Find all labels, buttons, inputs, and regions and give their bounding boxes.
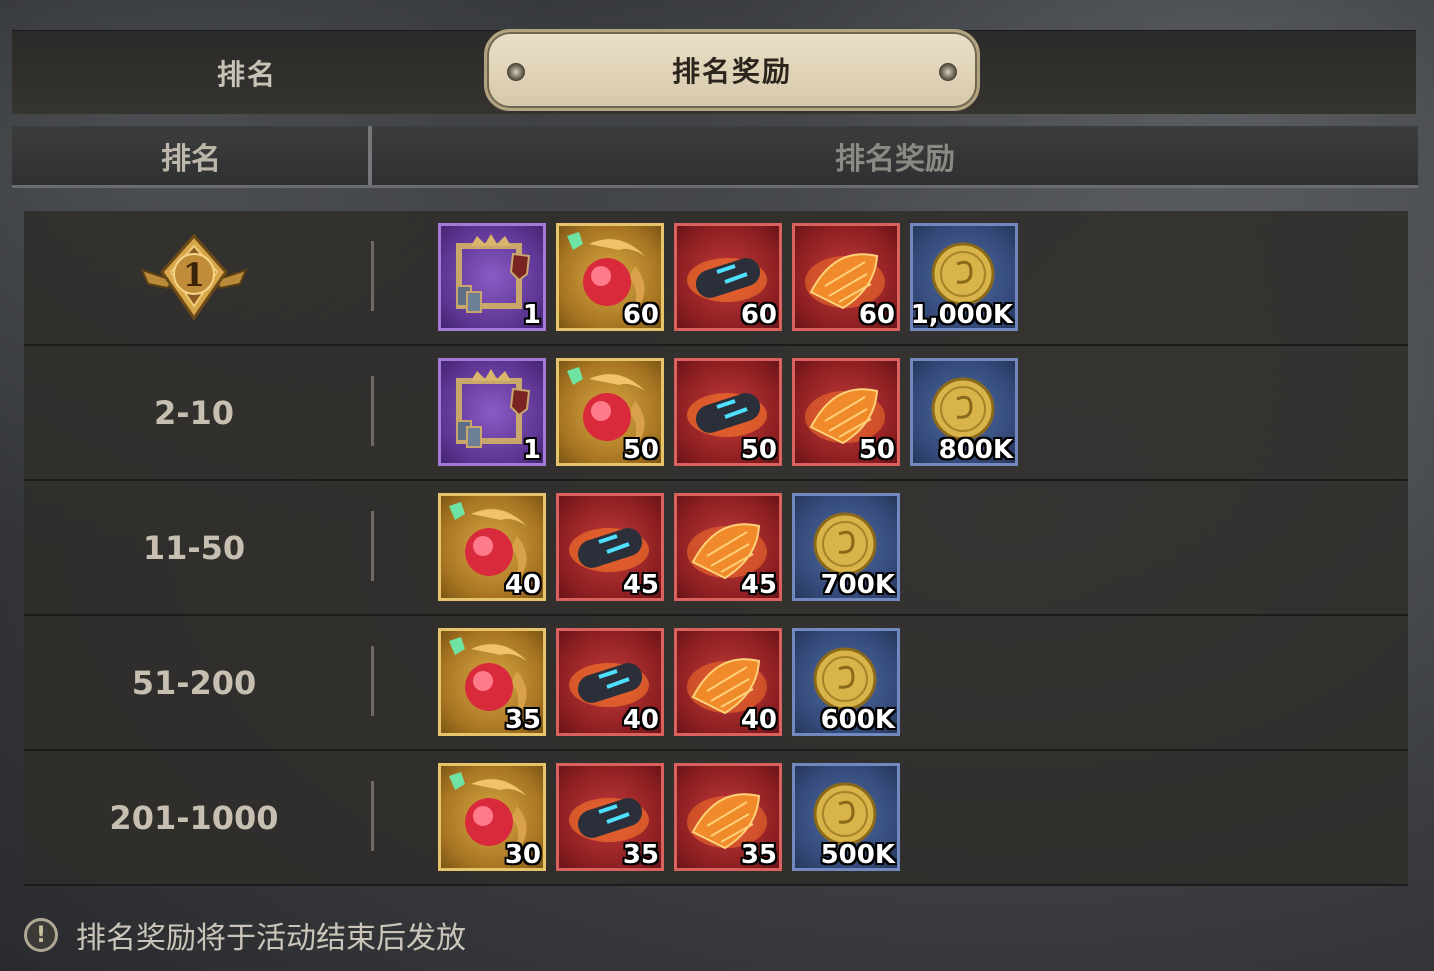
item-quantity: 30 [504,840,541,870]
item-quantity: 40 [622,705,659,735]
item-quantity: 60 [622,300,659,330]
reward-item[interactable]: 35 [674,763,782,871]
tab-ranking[interactable]: 排名 [12,31,482,115]
reward-item[interactable]: 60 [792,223,900,331]
reward-item[interactable]: 40 [556,628,664,736]
item-quantity: 50 [622,435,659,465]
reward-item[interactable]: 50 [556,358,664,466]
reward-items: 35 40 40 600K [438,628,900,736]
footer-note-text: 排名奖励将于活动结束后发放 [76,921,466,956]
row-divider [371,781,374,851]
item-quantity: 700K [820,570,895,600]
rank-1-medal-icon: 1 [140,233,248,321]
reward-items: 1 50 50 50 800K [438,358,1018,466]
reward-item[interactable]: 500K [792,763,900,871]
reward-item[interactable]: 1,000K [910,223,1018,331]
reward-item[interactable]: 35 [438,628,546,736]
reward-item[interactable]: 45 [556,493,664,601]
table-row: 1 1 60 60 60 1,000K [24,211,1408,346]
item-quantity: 800K [938,435,1013,465]
reward-item[interactable]: 30 [438,763,546,871]
reward-item[interactable]: 1 [438,358,546,466]
item-quantity: 600K [820,705,895,735]
item-quantity: 35 [622,840,659,870]
row-divider [371,376,374,446]
item-quantity: 60 [740,300,777,330]
item-quantity: 60 [858,300,895,330]
reward-item[interactable]: 60 [674,223,782,331]
table-row: 51-200 35 40 40 600K [24,616,1408,751]
right-rivet-icon [939,63,957,81]
item-quantity: 45 [740,570,777,600]
table-row: 2-10 1 50 50 50 800K [24,346,1408,481]
tab-ranking-label: 排名 [216,58,277,91]
reward-item[interactable]: 800K [910,358,1018,466]
row-divider [371,511,374,581]
reward-items: 1 60 60 60 1,000K [438,223,1018,331]
header-reward: 排名奖励 [835,141,955,177]
item-quantity: 1 [522,300,541,330]
reward-item[interactable]: 1 [438,223,546,331]
item-quantity: 50 [858,435,895,465]
rank-cell: 51-200 [131,663,257,702]
item-quantity: 1 [522,435,541,465]
reward-item[interactable]: 700K [792,493,900,601]
reward-item[interactable]: 50 [792,358,900,466]
reward-items: 30 35 35 500K [438,763,900,871]
svg-text:1: 1 [183,256,205,294]
tab-ranking-rewards-label: 排名奖励 [671,55,792,88]
table-row: 201-1000 30 35 35 500K [24,751,1408,886]
item-quantity: 500K [820,840,895,870]
header-rank: 排名 [161,141,221,177]
item-quantity: 40 [504,570,541,600]
item-quantity: 40 [740,705,777,735]
reward-item[interactable]: 45 [674,493,782,601]
reward-item[interactable]: 60 [556,223,664,331]
reward-item[interactable]: 40 [674,628,782,736]
item-quantity: 1,000K [910,300,1013,330]
left-rivet-icon [507,63,525,81]
tab-ranking-rewards[interactable]: 排名奖励 [484,29,980,111]
rank-cell: 11-50 [142,528,246,567]
item-quantity: 50 [740,435,777,465]
row-divider [371,646,374,716]
reward-item[interactable]: 40 [438,493,546,601]
rank-cell: 2-10 [153,393,235,432]
rank-cell: 201-1000 [109,798,279,837]
reward-item[interactable]: 50 [674,358,782,466]
reward-rows: 1 1 60 60 60 1,000K 2-10 1 50 50 50 800K… [24,211,1408,886]
item-quantity: 35 [740,840,777,870]
reward-item[interactable]: 600K [792,628,900,736]
rank-cell: 1 [24,211,364,344]
item-quantity: 45 [622,570,659,600]
item-quantity: 35 [504,705,541,735]
footer-note: ! 排名奖励将于活动结束后发放 [24,904,466,966]
table-header: 排名 排名奖励 [12,126,1418,188]
exclamation-icon: ! [24,918,58,952]
tab-bar: 排名 排名奖励 [12,29,1416,115]
reward-items: 40 45 45 700K [438,493,900,601]
row-divider [371,241,374,311]
table-row: 11-50 40 45 45 700K [24,481,1408,616]
reward-item[interactable]: 35 [556,763,664,871]
